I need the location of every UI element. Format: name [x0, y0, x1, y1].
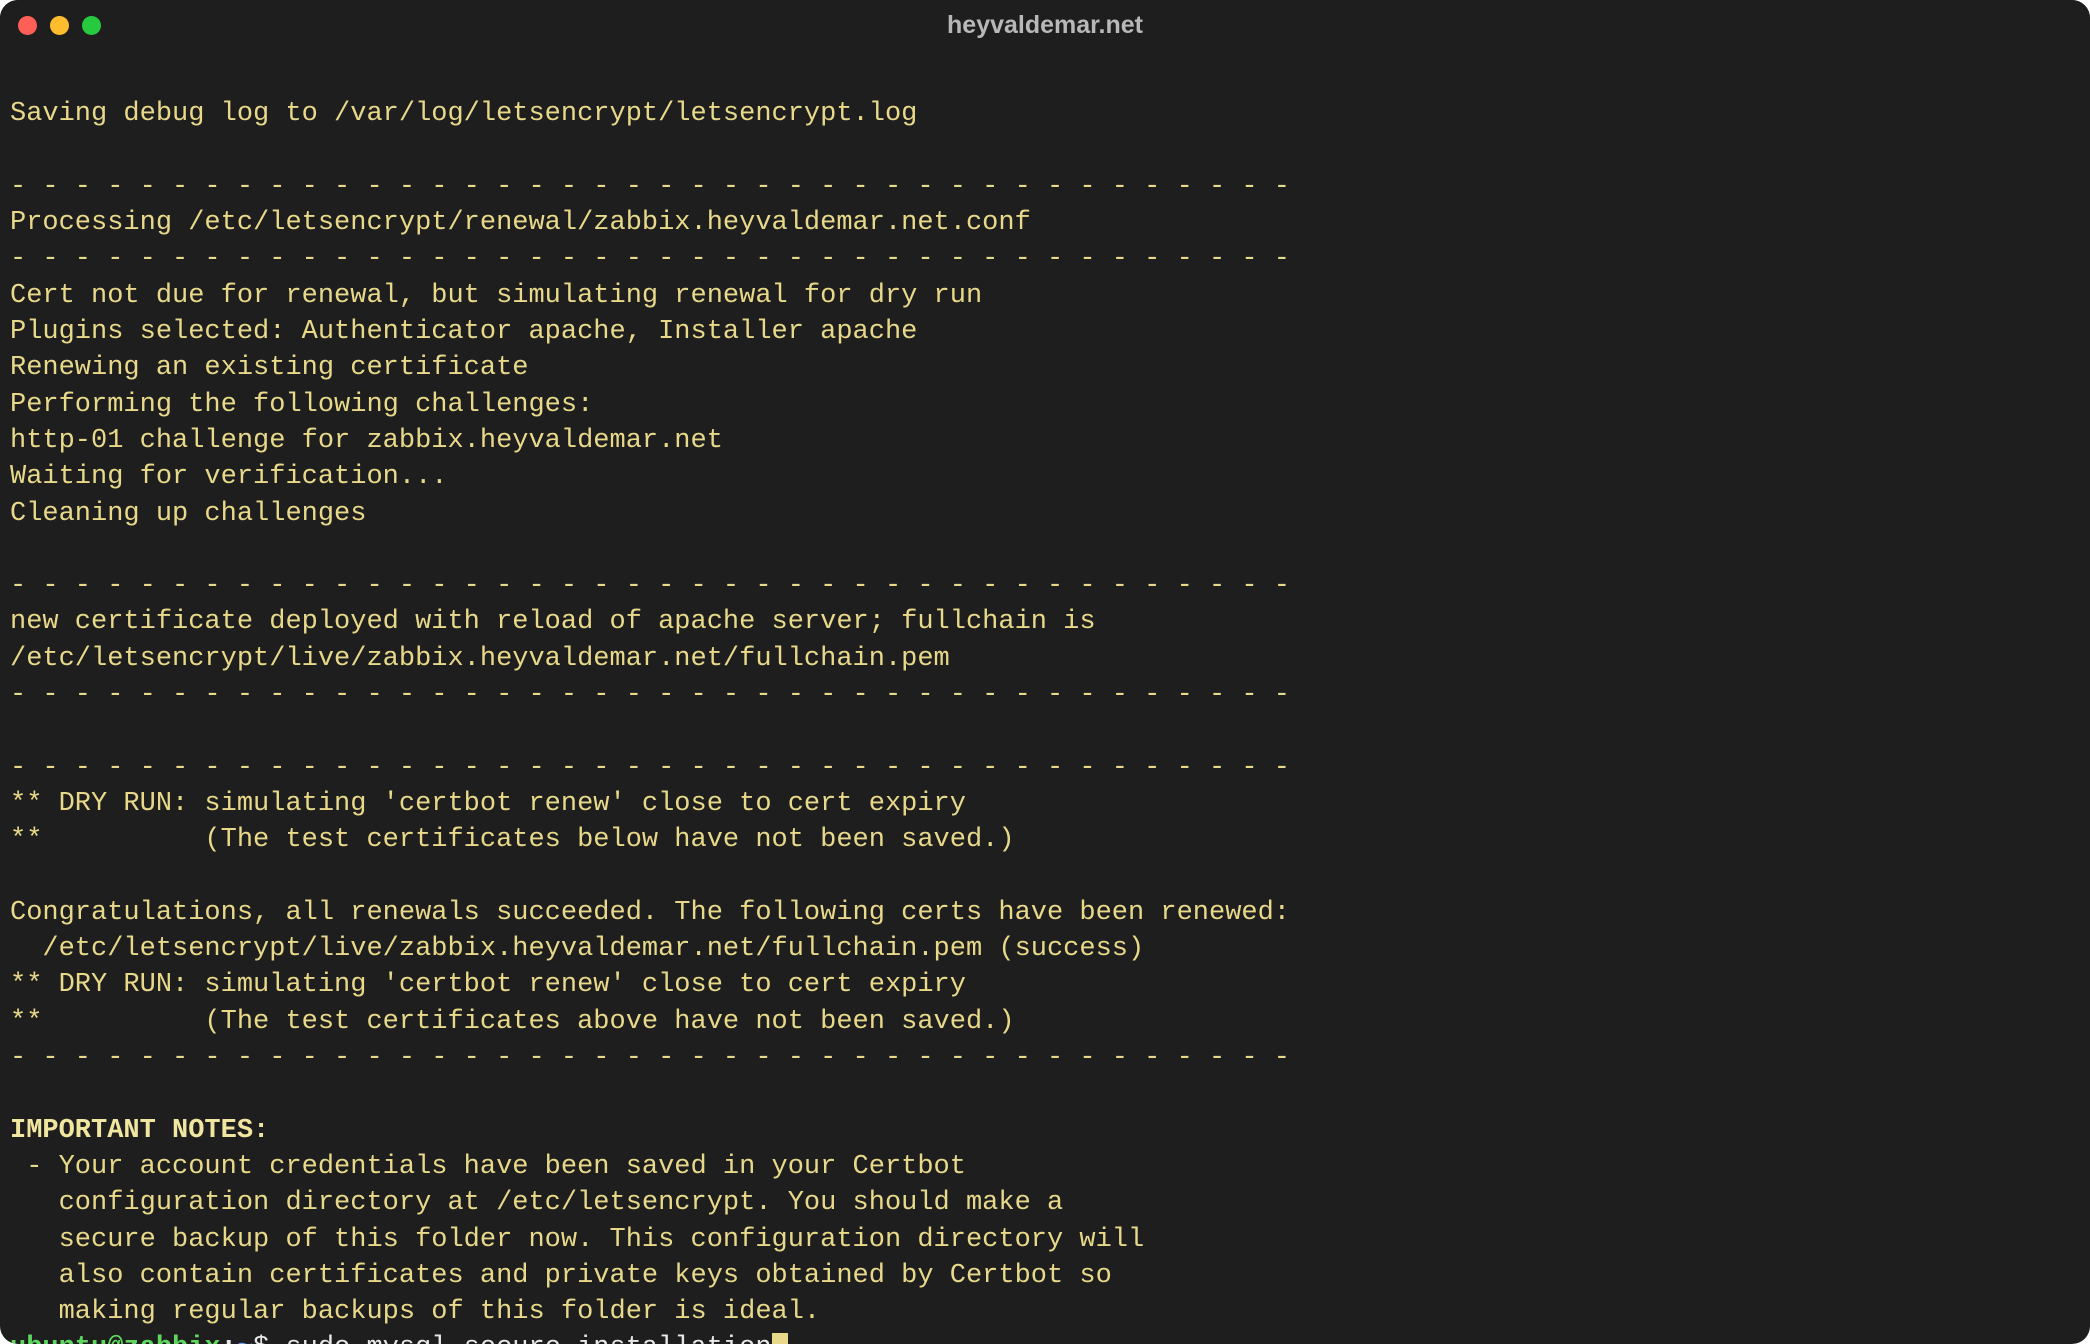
prompt-dollar: $	[253, 1333, 285, 1344]
output-line: - Your account credentials have been sav…	[10, 1152, 966, 1182]
output-line: secure backup of this folder now. This c…	[10, 1225, 1144, 1255]
output-line: - - - - - - - - - - - - - - - - - - - - …	[10, 244, 1290, 274]
output-line: Cert not due for renewal, but simulating…	[10, 281, 982, 311]
output-line: new certificate deployed with reload of …	[10, 607, 1096, 637]
output-line-heading: IMPORTANT NOTES:	[10, 1116, 269, 1146]
output-line: Processing /etc/letsencrypt/renewal/zabb…	[10, 208, 1031, 238]
prompt-user-host: ubuntu@zabbix	[10, 1333, 221, 1344]
prompt-colon: :	[221, 1333, 237, 1344]
output-line: ** (The test certificates below have not…	[10, 825, 1015, 855]
traffic-lights	[18, 16, 101, 35]
cursor-icon	[772, 1333, 788, 1344]
output-line: also contain certificates and private ke…	[10, 1261, 1112, 1291]
minimize-button[interactable]	[50, 16, 69, 35]
output-line: making regular backups of this folder is…	[10, 1297, 820, 1327]
output-line: Cleaning up challenges	[10, 499, 366, 529]
output-line: - - - - - - - - - - - - - - - - - - - - …	[10, 571, 1290, 601]
output-line: - - - - - - - - - - - - - - - - - - - - …	[10, 172, 1290, 202]
output-line: Congratulations, all renewals succeeded.…	[10, 898, 1290, 928]
terminal-window: heyvaldemar.net Saving debug log to /var…	[0, 0, 2090, 1344]
title-bar: heyvaldemar.net	[0, 0, 2090, 50]
output-line: configuration directory at /etc/letsencr…	[10, 1188, 1063, 1218]
output-line: ** DRY RUN: simulating 'certbot renew' c…	[10, 789, 966, 819]
output-line: Waiting for verification...	[10, 462, 447, 492]
output-line: - - - - - - - - - - - - - - - - - - - - …	[10, 1043, 1290, 1073]
output-line: Renewing an existing certificate	[10, 353, 528, 383]
output-line: - - - - - - - - - - - - - - - - - - - - …	[10, 680, 1290, 710]
window-title: heyvaldemar.net	[947, 11, 1143, 40]
close-button[interactable]	[18, 16, 37, 35]
output-line: Performing the following challenges:	[10, 390, 593, 420]
output-line: - - - - - - - - - - - - - - - - - - - - …	[10, 753, 1290, 783]
terminal-content[interactable]: Saving debug log to /var/log/letsencrypt…	[0, 50, 2090, 1344]
prompt-path: ~	[237, 1333, 253, 1344]
maximize-button[interactable]	[82, 16, 101, 35]
output-line: Saving debug log to /var/log/letsencrypt…	[10, 99, 917, 129]
output-line: /etc/letsencrypt/live/zabbix.heyvaldemar…	[10, 934, 1144, 964]
output-line: Plugins selected: Authenticator apache, …	[10, 317, 917, 347]
command-input[interactable]: sudo mysql_secure_installation	[285, 1333, 771, 1344]
output-line: ** (The test certificates above have not…	[10, 1007, 1015, 1037]
output-line: /etc/letsencrypt/live/zabbix.heyvaldemar…	[10, 644, 950, 674]
output-line: http-01 challenge for zabbix.heyvaldemar…	[10, 426, 723, 456]
output-line: ** DRY RUN: simulating 'certbot renew' c…	[10, 970, 966, 1000]
